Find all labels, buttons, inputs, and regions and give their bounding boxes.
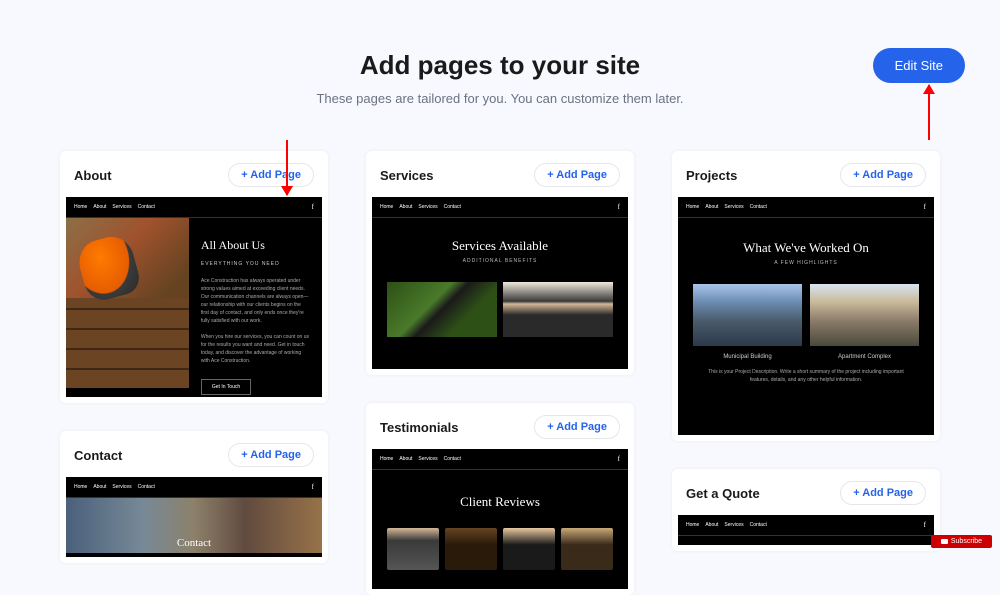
services-subheading: ADDITIONAL BENEFITS xyxy=(372,258,628,264)
about-para1: Ace Construction has always operated und… xyxy=(201,277,310,325)
about-cta-button: Get In Touch xyxy=(201,379,251,395)
contact-heading: Contact xyxy=(66,498,322,553)
add-page-button-quote[interactable]: + Add Page xyxy=(840,481,926,505)
card-title-testimonials: Testimonials xyxy=(380,420,459,435)
page-title: Add pages to your site xyxy=(0,50,1000,81)
nav-home: Home xyxy=(686,522,699,528)
nav-about: About xyxy=(399,204,412,210)
projects-heading: What We've Worked On xyxy=(678,240,934,256)
nav-contact: Contact xyxy=(444,204,461,210)
project-image-2 xyxy=(810,284,919,346)
preview-testimonials: Home About Services Contact f Client Rev… xyxy=(372,449,628,589)
social-icon: f xyxy=(618,203,620,211)
nav-about: About xyxy=(705,204,718,210)
nav-services: Services xyxy=(112,484,131,490)
nav-contact: Contact xyxy=(444,456,461,462)
services-image-2 xyxy=(503,282,613,337)
nav-services: Services xyxy=(418,204,437,210)
project-caption-1: Municipal Building xyxy=(693,354,802,360)
nav-about: About xyxy=(93,484,106,490)
nav-contact: Contact xyxy=(138,484,155,490)
nav-contact: Contact xyxy=(138,204,155,210)
testimonial-avatar-2 xyxy=(445,528,497,570)
testimonial-avatar-1 xyxy=(387,528,439,570)
projects-description: This is your Project Description. Write … xyxy=(678,368,934,384)
nav-about: About xyxy=(93,204,106,210)
nav-home: Home xyxy=(74,484,87,490)
about-image xyxy=(66,218,189,388)
page-subtitle: These pages are tailored for you. You ca… xyxy=(0,91,1000,106)
project-image-1 xyxy=(693,284,802,346)
card-about[interactable]: About + Add Page Home About Services Con… xyxy=(60,151,328,403)
nav-services: Services xyxy=(724,522,743,528)
testimonials-heading: Client Reviews xyxy=(372,494,628,510)
card-title-projects: Projects xyxy=(686,168,737,183)
page-header: Add pages to your site These pages are t… xyxy=(0,0,1000,126)
add-page-button-about[interactable]: + Add Page xyxy=(228,163,314,187)
nav-contact: Contact xyxy=(750,522,767,528)
edit-site-button[interactable]: Edit Site xyxy=(873,48,965,83)
nav-services: Services xyxy=(724,204,743,210)
services-image-1 xyxy=(387,282,497,337)
about-subheading: EVERYTHING YOU NEED xyxy=(201,261,310,267)
social-icon: f xyxy=(312,483,314,491)
services-heading: Services Available xyxy=(372,238,628,254)
nav-services: Services xyxy=(112,204,131,210)
preview-contact: Home About Services Contact f Contact xyxy=(66,477,322,557)
subscribe-badge[interactable]: Subscribe xyxy=(931,535,992,548)
card-title-services: Services xyxy=(380,168,434,183)
nav-home: Home xyxy=(380,456,393,462)
card-quote[interactable]: Get a Quote + Add Page Home About Servic… xyxy=(672,469,940,551)
add-page-button-testimonials[interactable]: + Add Page xyxy=(534,415,620,439)
nav-home: Home xyxy=(686,204,699,210)
about-heading: All About Us xyxy=(201,238,310,253)
preview-about: Home About Services Contact f All About … xyxy=(66,197,322,397)
nav-home: Home xyxy=(380,204,393,210)
social-icon: f xyxy=(924,203,926,211)
card-title-about: About xyxy=(74,168,112,183)
nav-services: Services xyxy=(418,456,437,462)
card-projects[interactable]: Projects + Add Page Home About Services … xyxy=(672,151,940,441)
nav-about: About xyxy=(399,456,412,462)
card-contact[interactable]: Contact + Add Page Home About Services C… xyxy=(60,431,328,563)
card-title-quote: Get a Quote xyxy=(686,486,760,501)
testimonial-avatar-3 xyxy=(503,528,555,570)
social-icon: f xyxy=(618,455,620,463)
project-caption-2: Apartment Complex xyxy=(810,354,919,360)
about-para2: When you hire our services, you can coun… xyxy=(201,333,310,365)
add-page-button-services[interactable]: + Add Page xyxy=(534,163,620,187)
preview-services: Home About Services Contact f Services A… xyxy=(372,197,628,369)
card-services[interactable]: Services + Add Page Home About Services … xyxy=(366,151,634,375)
preview-projects: Home About Services Contact f What We've… xyxy=(678,197,934,435)
nav-contact: Contact xyxy=(750,204,767,210)
testimonial-avatar-4 xyxy=(561,528,613,570)
nav-home: Home xyxy=(74,204,87,210)
add-page-button-projects[interactable]: + Add Page xyxy=(840,163,926,187)
projects-subheading: A FEW HIGHLIGHTS xyxy=(678,260,934,266)
subscribe-label: Subscribe xyxy=(951,538,982,545)
nav-about: About xyxy=(705,522,718,528)
social-icon: f xyxy=(312,203,314,211)
card-testimonials[interactable]: Testimonials + Add Page Home About Servi… xyxy=(366,403,634,595)
preview-quote: Home About Services Contact f xyxy=(678,515,934,545)
card-title-contact: Contact xyxy=(74,448,122,463)
page-cards-grid: About + Add Page Home About Services Con… xyxy=(0,126,1000,595)
add-page-button-contact[interactable]: + Add Page xyxy=(228,443,314,467)
youtube-icon xyxy=(941,539,948,544)
social-icon: f xyxy=(924,521,926,529)
